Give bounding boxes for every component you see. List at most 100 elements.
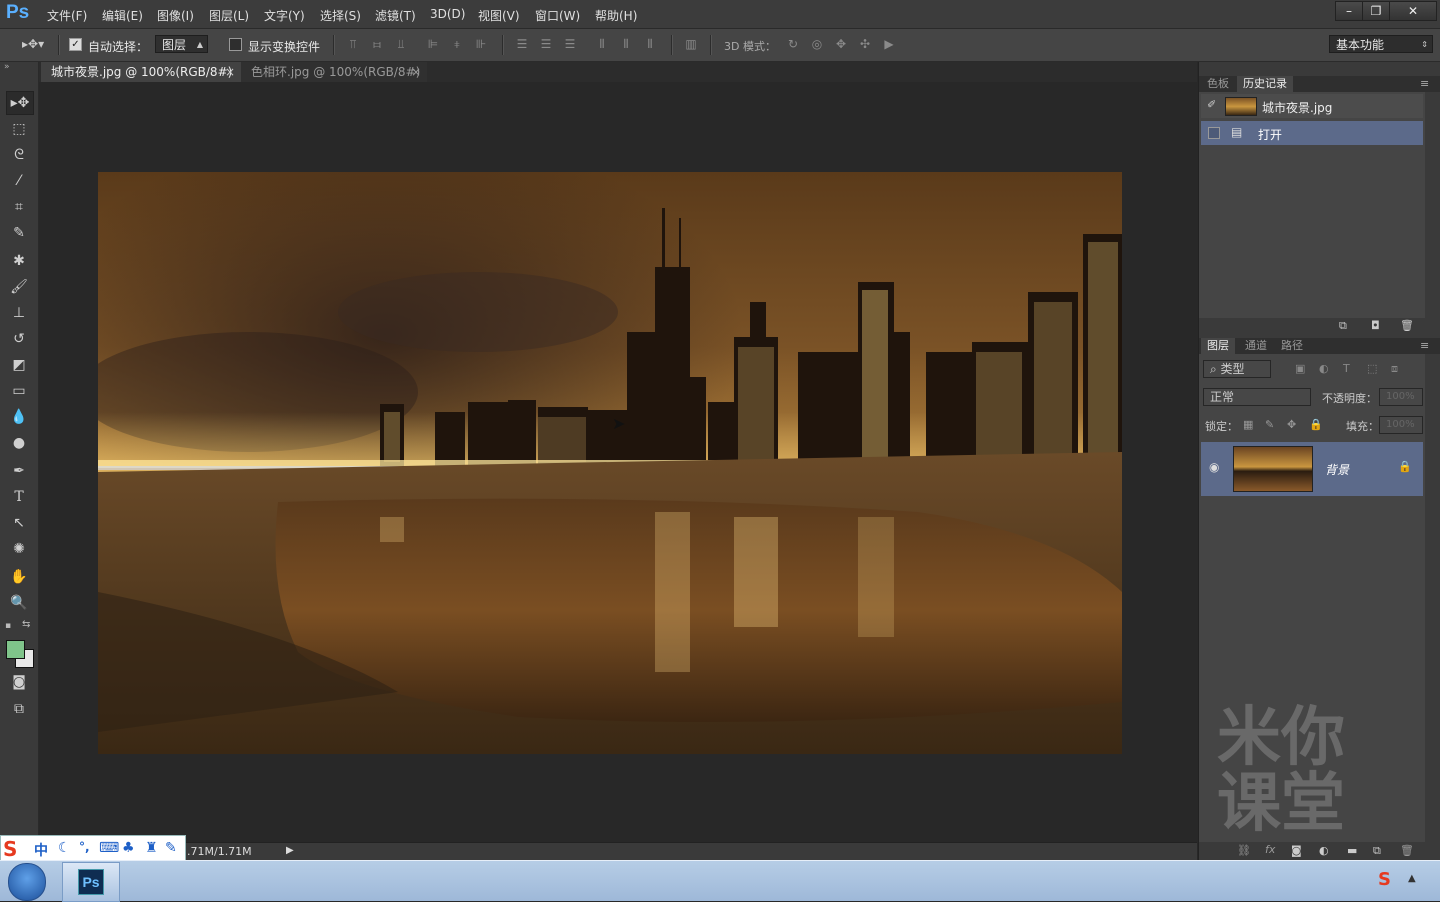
3d-slide-icon[interactable]: ✣ bbox=[858, 38, 872, 51]
panel-menu-icon[interactable]: ≡ bbox=[1414, 338, 1435, 354]
trash-icon[interactable]: 🗑 bbox=[1400, 844, 1414, 857]
menu-file[interactable]: 文件(F) bbox=[47, 7, 87, 24]
history-brush-tool[interactable]: ↺ bbox=[6, 328, 32, 350]
distribute-vcenter-icon[interactable]: ☰ bbox=[539, 38, 553, 51]
tab-history[interactable]: 历史记录 bbox=[1237, 76, 1293, 92]
align-vcenter-icon[interactable]: ⧦ bbox=[370, 38, 384, 51]
document-image[interactable] bbox=[98, 172, 1122, 754]
history-brush-source-icon[interactable]: ✐ bbox=[1207, 98, 1216, 111]
crop-tool[interactable]: ⌗ bbox=[6, 196, 32, 218]
gradient-tool[interactable]: ▭ bbox=[6, 380, 32, 402]
fill-field[interactable]: 100% bbox=[1379, 416, 1423, 434]
lasso-tool[interactable]: ᘓ bbox=[6, 144, 32, 166]
layer-row-background[interactable]: ◉ 背景 🔒 bbox=[1201, 442, 1423, 496]
move-tool[interactable]: ▸✥ bbox=[6, 91, 34, 115]
show-transform-checkbox[interactable] bbox=[229, 38, 242, 51]
quick-select-tool[interactable]: ⁄ bbox=[6, 170, 32, 192]
tray-expand-icon[interactable]: ▲ bbox=[1408, 873, 1416, 884]
menu-select[interactable]: 选择(S) bbox=[320, 7, 361, 24]
align-hcenter-icon[interactable]: ⧧ bbox=[450, 38, 464, 51]
dodge-tool[interactable]: ● bbox=[6, 432, 32, 454]
swap-colors-icon[interactable]: ⇆ bbox=[22, 619, 30, 630]
3d-drag-icon[interactable]: ✥ bbox=[834, 38, 848, 51]
3d-rotate-icon[interactable]: ↻ bbox=[786, 38, 800, 51]
skin-icon[interactable]: ♜ bbox=[145, 840, 158, 856]
marquee-tool[interactable]: ⬚ bbox=[6, 118, 32, 140]
lock-transparent-icon[interactable]: ▦ bbox=[1243, 418, 1253, 431]
opacity-field[interactable]: 100% bbox=[1379, 388, 1423, 406]
tab-hue-wheel[interactable]: 色相环.jpg @ 100%(RGB/8#) × bbox=[241, 62, 427, 82]
add-mask-icon[interactable]: ◙ bbox=[1291, 844, 1302, 857]
adjustment-layer-icon[interactable]: ◐ bbox=[1319, 844, 1329, 857]
ime-language[interactable]: 中 bbox=[34, 840, 48, 860]
link-layers-icon[interactable]: ⛓ bbox=[1237, 844, 1251, 857]
menu-3d[interactable]: 3D(D) bbox=[430, 7, 465, 21]
blend-mode-dropdown[interactable]: 正常 bbox=[1203, 388, 1311, 406]
new-document-from-state-icon[interactable]: ⧉ bbox=[1339, 319, 1347, 333]
quick-mask-icon[interactable]: ◙ bbox=[6, 671, 32, 693]
filter-shape-icon[interactable]: ⬚ bbox=[1367, 362, 1377, 375]
layer-filter-dropdown[interactable]: ⌕ 类型 bbox=[1203, 360, 1271, 378]
workspace-dropdown[interactable]: 基本功能 ⇕ bbox=[1329, 35, 1433, 53]
fx-icon[interactable]: fx bbox=[1265, 843, 1275, 856]
tab-swatches[interactable]: 色板 bbox=[1201, 76, 1235, 92]
history-step[interactable]: ▤ 打开 bbox=[1201, 121, 1423, 145]
restore-button[interactable]: ❐ bbox=[1362, 1, 1390, 21]
start-button[interactable] bbox=[8, 863, 46, 901]
distribute-bottom-icon[interactable]: ☰ bbox=[563, 38, 577, 51]
menu-help[interactable]: 帮助(H) bbox=[595, 7, 637, 24]
close-icon[interactable]: × bbox=[225, 62, 235, 82]
distribute-right-icon[interactable]: ⫴ bbox=[643, 38, 657, 51]
tab-channels[interactable]: 通道 bbox=[1239, 338, 1273, 354]
keyboard-icon[interactable]: ⌨ bbox=[99, 840, 119, 856]
3d-scale-icon[interactable]: ▶ bbox=[882, 38, 896, 51]
history-step-checkbox[interactable] bbox=[1208, 127, 1220, 139]
lock-position-icon[interactable]: ✥ bbox=[1287, 418, 1296, 431]
hand-tool[interactable]: ✋ bbox=[6, 566, 32, 588]
minimize-button[interactable]: – bbox=[1335, 1, 1363, 21]
camera-icon[interactable]: ◘ bbox=[1371, 319, 1380, 332]
zoom-tool[interactable]: 🔍 bbox=[6, 592, 32, 614]
filter-type-icon[interactable]: T bbox=[1343, 362, 1350, 375]
layer-name[interactable]: 背景 bbox=[1325, 461, 1349, 478]
auto-align-icon[interactable]: ▥ bbox=[684, 38, 698, 51]
trash-icon[interactable]: 🗑 bbox=[1400, 319, 1414, 332]
eraser-tool[interactable]: ◩ bbox=[6, 354, 32, 376]
blur-tool[interactable]: 💧 bbox=[6, 406, 32, 428]
custom-shape-tool[interactable]: ✺ bbox=[6, 538, 32, 560]
type-tool[interactable]: T bbox=[6, 486, 32, 508]
move-tool-preset-icon[interactable]: ▸✥▾ bbox=[22, 37, 44, 51]
menu-filter[interactable]: 滤镜(T) bbox=[375, 7, 416, 24]
eye-icon[interactable]: ◉ bbox=[1209, 460, 1219, 474]
tab-paths[interactable]: 路径 bbox=[1275, 338, 1309, 354]
default-colors-icon[interactable]: ▪ bbox=[5, 621, 11, 631]
moon-icon[interactable]: ☾ bbox=[58, 840, 71, 856]
align-right-icon[interactable]: ⊪ bbox=[474, 38, 488, 51]
menu-type[interactable]: 文字(Y) bbox=[264, 7, 305, 24]
tab-city-night[interactable]: 城市夜景.jpg @ 100%(RGB/8#) × bbox=[41, 62, 241, 82]
wrench-icon[interactable]: ✎ bbox=[165, 840, 177, 856]
pen-tool[interactable]: ✒ bbox=[6, 460, 32, 482]
folder-icon[interactable]: ▬ bbox=[1347, 844, 1357, 857]
menu-layer[interactable]: 图层(L) bbox=[209, 7, 249, 24]
lock-pixels-icon[interactable]: ✎ bbox=[1265, 418, 1274, 431]
menu-image[interactable]: 图像(I) bbox=[157, 7, 194, 24]
menu-edit[interactable]: 编辑(E) bbox=[102, 7, 143, 24]
new-layer-icon[interactable]: ⧉ bbox=[1373, 844, 1381, 858]
status-menu-arrow-icon[interactable]: ▶ bbox=[286, 845, 294, 856]
distribute-top-icon[interactable]: ☰ bbox=[515, 38, 529, 51]
panel-menu-icon[interactable]: ≡ bbox=[1414, 76, 1435, 92]
clone-stamp-tool[interactable]: ⊥ bbox=[6, 302, 32, 324]
eyedropper-tool[interactable]: ✎ bbox=[6, 222, 32, 244]
tab-layers[interactable]: 图层 bbox=[1201, 338, 1235, 354]
auto-select-checkbox[interactable]: ✓ bbox=[69, 38, 82, 51]
close-button[interactable]: ✕ bbox=[1389, 1, 1437, 21]
align-top-icon[interactable]: ⫪ bbox=[346, 38, 360, 51]
history-snapshot[interactable]: ✐ 城市夜景.jpg bbox=[1201, 94, 1423, 118]
screen-mode-icon[interactable]: ⧉ bbox=[6, 698, 32, 720]
auto-select-target-dropdown[interactable]: 图层 ▲ bbox=[155, 35, 208, 53]
user-icon[interactable]: ♣ bbox=[122, 840, 135, 856]
3d-roll-icon[interactable]: ◎ bbox=[810, 38, 824, 51]
distribute-hcenter-icon[interactable]: ⫴ bbox=[619, 38, 633, 51]
menu-window[interactable]: 窗口(W) bbox=[535, 7, 580, 24]
